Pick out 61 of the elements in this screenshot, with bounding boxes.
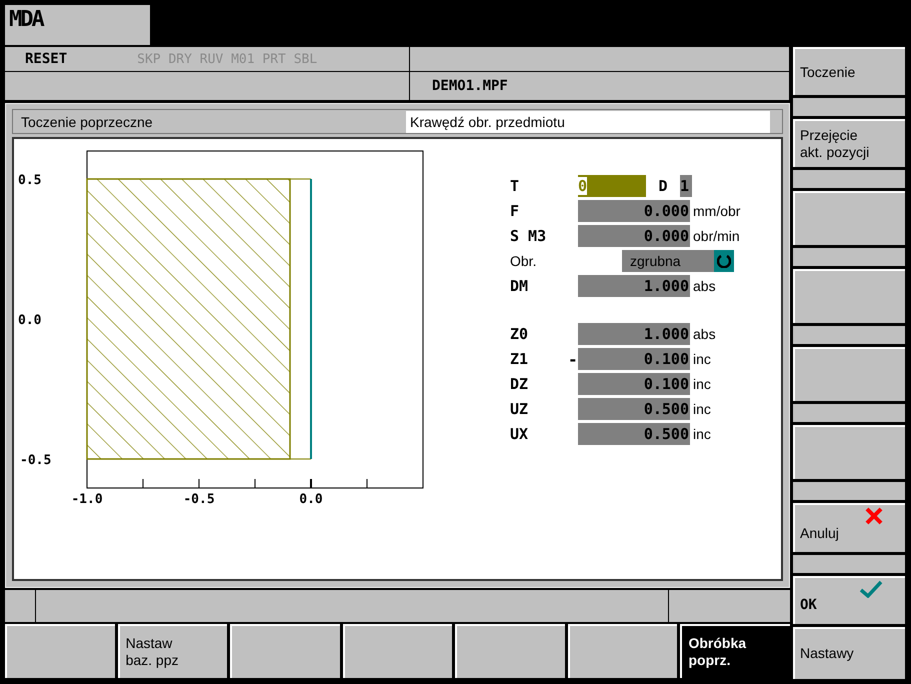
softkey[interactable]: Przejęcie akt. pozycji xyxy=(793,119,905,168)
unit-label: mm/obr xyxy=(693,203,740,219)
softkey[interactable]: Obróbka poprz. xyxy=(680,624,790,678)
mode-label: MDA xyxy=(5,5,150,45)
field-label: S M3 xyxy=(510,227,548,245)
unit-label: obr/min xyxy=(693,228,740,244)
tool-field[interactable]: 0 xyxy=(578,175,646,197)
x-axis-label: 0.0 xyxy=(299,492,323,507)
value-field[interactable]: 1.000 xyxy=(578,275,690,297)
field-label: T xyxy=(510,177,520,195)
cancel-button[interactable]: Anuluj xyxy=(793,503,905,552)
field-label: Obr. xyxy=(510,253,538,269)
unit-label: abs xyxy=(693,278,716,294)
field-label: Z1 xyxy=(510,350,530,368)
checkmark-icon xyxy=(859,580,883,598)
softkey[interactable] xyxy=(342,624,452,678)
y-axis-label: 0.0 xyxy=(18,313,42,328)
ok-button[interactable]: OK xyxy=(793,576,905,624)
value-field[interactable]: 0.000 xyxy=(578,200,690,222)
dialog-title: Toczenie poprzeczne xyxy=(20,114,154,130)
machining-choice-field[interactable]: zgrubna xyxy=(622,250,714,272)
empty-softkey[interactable] xyxy=(793,269,905,324)
x-axis-label: -1.0 xyxy=(71,492,103,507)
unit-label: abs xyxy=(693,326,716,342)
unit-label: inc xyxy=(693,401,711,417)
softkey[interactable]: Toczenie xyxy=(793,47,905,96)
cross-icon xyxy=(865,507,883,526)
softkey[interactable] xyxy=(455,624,565,678)
program-name: DEMO1.MPF xyxy=(432,78,508,94)
unit-label: inc xyxy=(693,351,711,367)
field-label: UZ xyxy=(510,400,530,418)
empty-softkey[interactable] xyxy=(793,425,905,480)
softkey[interactable]: Nastawy xyxy=(793,626,905,680)
softkey[interactable] xyxy=(230,624,340,678)
toggle-icon[interactable] xyxy=(714,250,734,272)
empty-softkey[interactable] xyxy=(793,191,905,246)
y-axis-label: -0.5 xyxy=(20,453,52,468)
field-label: D xyxy=(657,177,669,195)
field-label: DZ xyxy=(510,375,530,393)
value-field[interactable]: 0.000 xyxy=(578,225,690,247)
unit-label: inc xyxy=(693,376,711,392)
field-label: UX xyxy=(510,425,530,443)
unit-label: inc xyxy=(693,426,711,442)
sign-label: - xyxy=(568,350,578,368)
softkey[interactable]: Nastaw baz. ppz xyxy=(118,624,228,678)
field-label: Z0 xyxy=(510,325,530,343)
channel-state: RESET xyxy=(25,51,68,67)
value-field[interactable]: 1.000 xyxy=(578,323,690,345)
value-field[interactable]: 0.100 xyxy=(578,373,690,395)
empty-softkey[interactable] xyxy=(793,347,905,402)
value-field[interactable]: 0.100 xyxy=(578,348,690,370)
value-field[interactable]: 0.500 xyxy=(578,398,690,420)
hint-text: Krawędź obr. przedmiotu xyxy=(406,110,770,132)
value-field[interactable]: 0.500 xyxy=(578,423,690,445)
y-axis-label: 0.5 xyxy=(18,173,42,188)
softkey[interactable] xyxy=(568,624,678,678)
edge-number-field[interactable]: 1 xyxy=(680,175,692,197)
field-label: F xyxy=(510,202,520,220)
x-axis-label: -0.5 xyxy=(183,492,215,507)
field-label: DM xyxy=(510,277,530,295)
softkey[interactable] xyxy=(5,624,115,678)
